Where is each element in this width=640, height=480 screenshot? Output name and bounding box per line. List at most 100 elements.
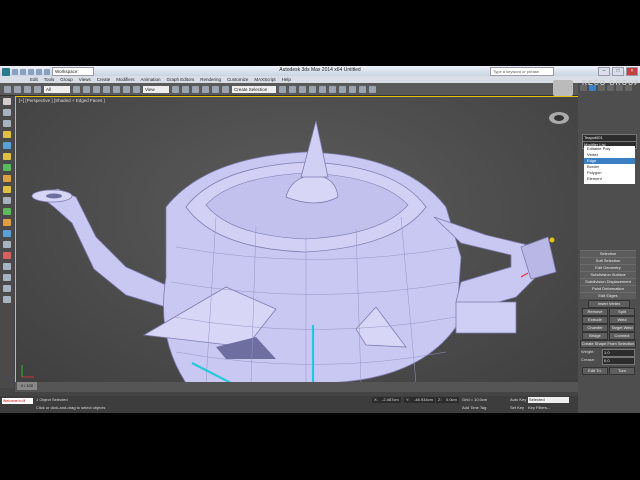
helper-icon[interactable]	[3, 208, 11, 215]
edit-poly-icon[interactable]	[3, 241, 11, 248]
hierarchy-icon[interactable]	[3, 263, 11, 270]
utilities-icon[interactable]	[3, 296, 11, 303]
connect-button[interactable]: Connect	[609, 332, 635, 340]
camera-icon[interactable]	[3, 197, 11, 204]
rollout-edit-edges[interactable]: Edit Edges	[580, 292, 636, 299]
render-setup-icon[interactable]	[349, 85, 356, 93]
search-input[interactable]: Type a keyword or phrase	[490, 67, 554, 76]
menu-create[interactable]: Create	[97, 76, 111, 83]
extrude-button[interactable]: Extrude	[582, 316, 608, 324]
rollout-subdivision-displacement[interactable]: Subdivision Displacement	[580, 278, 636, 285]
rollout-soft-selection[interactable]: Soft Selection	[580, 257, 636, 264]
select-icon[interactable]	[3, 98, 11, 105]
menu-maxscript[interactable]: MAXScript	[254, 76, 275, 83]
mirror-icon[interactable]	[279, 85, 286, 93]
auto-key-button[interactable]: Auto Key	[510, 397, 526, 403]
weight-spinner[interactable]: 1.0	[602, 349, 635, 357]
maxscript-listener-input[interactable]: Welcome to M	[2, 398, 33, 404]
geometry-icon[interactable]	[3, 164, 11, 171]
unlink-icon[interactable]	[34, 85, 41, 93]
display-icon[interactable]	[3, 285, 11, 292]
menu-modifiers[interactable]: Modifiers	[116, 76, 134, 83]
motion-icon[interactable]	[3, 274, 11, 281]
remove-button[interactable]: Remove	[582, 308, 608, 316]
align-icon[interactable]	[289, 85, 296, 93]
menu-customize[interactable]: Customize	[227, 76, 248, 83]
redo-tool-icon[interactable]	[14, 85, 21, 93]
viewport-label[interactable]: [+] [Perspective ] [Shaded + Edged Faces…	[19, 98, 105, 103]
maximize-button[interactable]: □	[612, 67, 624, 76]
window-crossing-icon[interactable]	[103, 85, 110, 93]
add-time-tag[interactable]: Add Time Tag	[462, 405, 486, 411]
y-coordinate[interactable]: -48.934cm	[412, 397, 435, 403]
selection-set-dropdown[interactable]: Selected	[528, 397, 569, 403]
time-slider[interactable]: 0 / 100	[17, 382, 37, 390]
insert-vertex-button[interactable]: Insert Vertex	[588, 300, 630, 308]
create-shape-button[interactable]: Create Shape From Selection	[580, 340, 636, 348]
menu-group[interactable]: Group	[60, 76, 73, 83]
key-filters-button[interactable]: Key Filters...	[528, 405, 550, 411]
render-production-icon[interactable]	[369, 85, 376, 93]
spinner-snap-icon[interactable]	[222, 85, 229, 93]
object-paint-icon[interactable]	[3, 131, 11, 138]
percent-snap-icon[interactable]	[212, 85, 219, 93]
close-button[interactable]: ×	[626, 67, 638, 76]
undo-tool-icon[interactable]	[4, 85, 11, 93]
set-key-button[interactable]: Set Key	[510, 405, 524, 411]
angle-snap-icon[interactable]	[202, 85, 209, 93]
modify-icon[interactable]	[3, 252, 11, 259]
rotate-icon[interactable]	[123, 85, 130, 93]
target-weld-button[interactable]: Target Weld	[609, 324, 635, 332]
split-button[interactable]: Split	[609, 308, 635, 316]
link-icon[interactable]	[24, 85, 31, 93]
schematic-view-icon[interactable]	[329, 85, 336, 93]
sun-icon[interactable]	[3, 186, 11, 193]
crease-spinner[interactable]: 0.0	[602, 357, 635, 365]
x-coordinate[interactable]: -2.487cm	[380, 397, 401, 403]
render-frame-icon[interactable]	[359, 85, 366, 93]
menu-help[interactable]: Help	[282, 76, 291, 83]
menu-rendering[interactable]: Rendering	[200, 76, 221, 83]
populate-icon[interactable]	[3, 142, 11, 149]
light-icon[interactable]	[3, 153, 11, 160]
perspective-viewport[interactable]: [+] [Perspective ] [Shaded + Edged Faces…	[15, 96, 580, 384]
selection-icon[interactable]	[3, 120, 11, 127]
rollout-edit-geometry[interactable]: Edit Geometry	[580, 264, 636, 271]
named-selection-dropdown[interactable]: Create Selection Se	[232, 85, 276, 99]
snaps-toggle-icon[interactable]	[192, 85, 199, 93]
reference-coordinate-dropdown[interactable]: View	[143, 85, 169, 93]
weld-button[interactable]: Weld	[609, 316, 635, 324]
turn-button[interactable]: Turn	[609, 367, 635, 375]
move-icon[interactable]	[113, 85, 120, 93]
menu-views[interactable]: Views	[79, 76, 91, 83]
pivot-center-icon[interactable]	[172, 85, 179, 93]
graphite-toggle-icon[interactable]	[309, 85, 316, 93]
layer-manager-icon[interactable]	[299, 85, 306, 93]
edit-tri-button[interactable]: Edit Tri.	[582, 367, 608, 375]
select-manipulate-icon[interactable]	[182, 85, 189, 93]
chamfer-button[interactable]: Chamfer	[582, 324, 608, 332]
minimize-button[interactable]: –	[598, 67, 610, 76]
scale-icon[interactable]	[133, 85, 140, 93]
rectangle-selection-icon[interactable]	[93, 85, 100, 93]
rollout-subdivision-surface[interactable]: Subdivision Surface	[580, 271, 636, 278]
modifier-stack[interactable]: Editable Poly Vertex Edge Border Polygon…	[584, 146, 635, 184]
spacewarp-icon[interactable]	[3, 219, 11, 226]
z-coordinate[interactable]: 0.0cm	[444, 397, 459, 403]
select-by-name-icon[interactable]	[83, 85, 90, 93]
menu-animation[interactable]: Animation	[141, 76, 161, 83]
select-object-icon[interactable]	[73, 85, 80, 93]
system-icon[interactable]	[3, 230, 11, 237]
menu-tools[interactable]: Tools	[44, 76, 55, 83]
time-track[interactable]	[15, 382, 578, 392]
menu-edit[interactable]: Edit	[30, 76, 38, 83]
menu-graph-editors[interactable]: Graph Editors	[167, 76, 195, 83]
material-editor-icon[interactable]	[339, 85, 346, 93]
rollout-paint-deformation[interactable]: Paint Deformation	[580, 285, 636, 292]
freeform-icon[interactable]	[3, 109, 11, 116]
stack-item-element[interactable]: Element	[584, 176, 635, 182]
curve-editor-icon[interactable]	[319, 85, 326, 93]
selection-filter-dropdown[interactable]: All	[44, 85, 70, 93]
shape-icon[interactable]	[3, 175, 11, 182]
teapot-mesh[interactable]	[16, 97, 579, 383]
